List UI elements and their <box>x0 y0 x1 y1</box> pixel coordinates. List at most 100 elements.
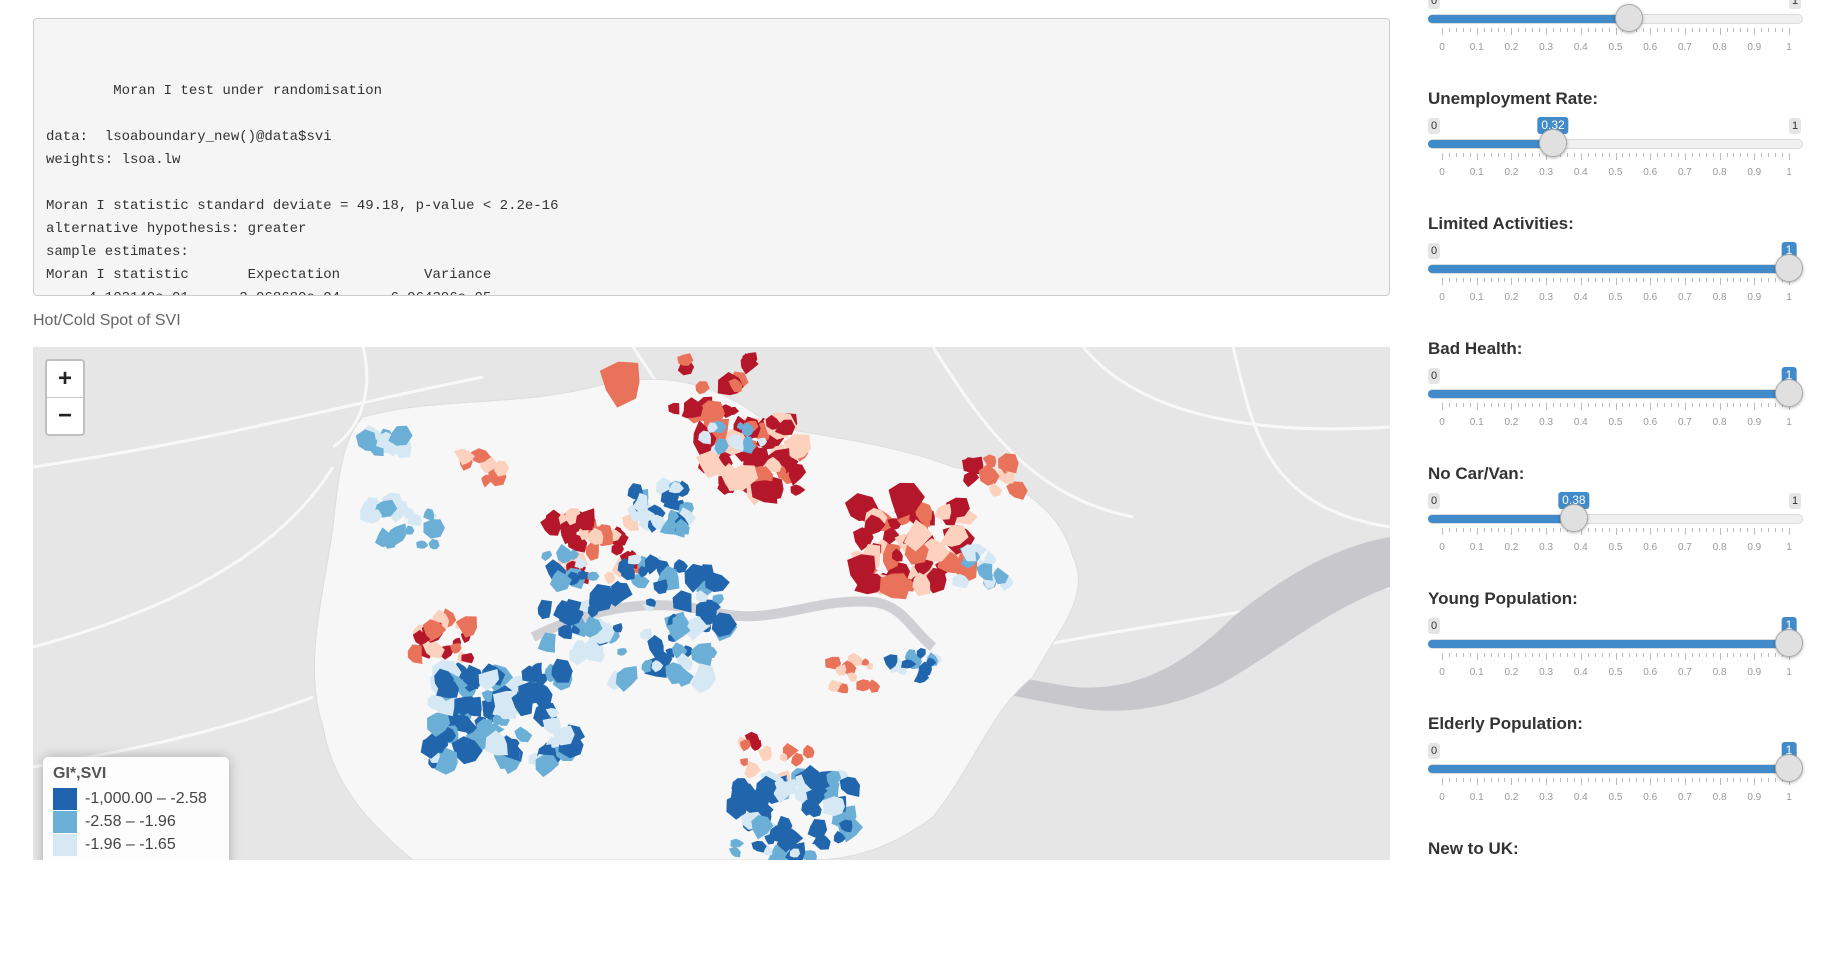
slider-fill <box>1428 515 1574 523</box>
slider-handle[interactable] <box>1775 254 1803 282</box>
tick-mark <box>1511 153 1513 160</box>
tick-mark <box>1476 28 1478 35</box>
tick-mark <box>1476 153 1478 160</box>
tick-mark <box>1442 28 1443 35</box>
tick-mark <box>1775 403 1777 407</box>
tick-mark <box>1677 653 1679 657</box>
tick-mark <box>1511 403 1513 410</box>
tick-mark <box>1629 528 1631 532</box>
tick-mark <box>1615 653 1617 660</box>
tick-mark <box>1740 28 1742 32</box>
slider-handle[interactable] <box>1559 504 1588 532</box>
tick-mark <box>1601 528 1603 532</box>
zoom-out-button[interactable]: − <box>47 398 83 434</box>
tick-mark <box>1448 403 1450 407</box>
tick-mark <box>1664 28 1666 32</box>
tick-mark <box>1448 278 1450 282</box>
slider-handle[interactable] <box>1775 379 1803 407</box>
map-canvas[interactable] <box>33 347 1390 860</box>
tick-mark <box>1712 28 1714 32</box>
tick-mark <box>1594 153 1596 157</box>
tick-mark <box>1442 403 1443 410</box>
tick-mark <box>1448 778 1450 782</box>
slider-handle[interactable] <box>1775 754 1803 782</box>
slider-ticks: 0 0.1 0.2 0.3 0.4 0.5 0.6 0.7 0.8 0.9 1 <box>1428 403 1803 428</box>
tick-mark <box>1546 28 1548 35</box>
tick-mark <box>1469 778 1471 782</box>
tick-mark <box>1747 403 1749 407</box>
tick-label: 0.7 <box>1677 417 1692 428</box>
tick-label: 0.9 <box>1747 167 1762 178</box>
tick-mark <box>1587 403 1589 407</box>
tick-mark <box>1677 28 1679 32</box>
slider-max-label: 1 <box>1789 118 1802 134</box>
tick-mark <box>1622 403 1624 407</box>
tick-mark <box>1677 153 1679 157</box>
tick-mark <box>1761 153 1763 157</box>
tick-mark <box>1594 278 1596 282</box>
tick-label: 0.8 <box>1712 417 1727 428</box>
tick-mark <box>1559 278 1561 282</box>
slider-ticks: 0 0.1 0.2 0.3 0.4 0.5 0.6 0.7 0.8 0.9 1 <box>1428 153 1803 178</box>
tick-mark <box>1782 28 1784 32</box>
slider-fill <box>1428 640 1789 648</box>
zoom-in-button[interactable]: + <box>47 361 83 398</box>
tick-mark <box>1532 403 1534 407</box>
road <box>33 466 335 649</box>
tick-mark <box>1726 528 1728 532</box>
legend-label: -1.96 – -1.65 <box>85 835 176 853</box>
tick-mark <box>1740 528 1742 532</box>
tick-mark <box>1448 153 1450 157</box>
tick-mark <box>1775 528 1777 532</box>
tick-label: 0.5 <box>1608 417 1623 428</box>
tick-mark <box>1483 778 1485 782</box>
tick-mark <box>1608 403 1610 407</box>
tick-mark <box>1559 778 1561 782</box>
tick-mark <box>1615 778 1617 785</box>
tick-mark <box>1636 153 1638 157</box>
tick-label: 0.9 <box>1747 542 1762 553</box>
tick-mark <box>1573 278 1575 282</box>
tick-mark <box>1497 653 1499 657</box>
tick-label: 0.3 <box>1539 667 1554 678</box>
tick-label: 0.8 <box>1712 167 1727 178</box>
tick-label: 0.1 <box>1469 292 1484 303</box>
hotspot-map[interactable]: + − GI*,SVI -1,000.00 – -2.58 -2.58 – -1… <box>33 347 1390 860</box>
tick-label: 1 <box>1786 292 1792 303</box>
tick-mark <box>1733 278 1735 282</box>
tick-mark <box>1754 778 1756 785</box>
tick-mark <box>1546 653 1548 660</box>
tick-mark <box>1698 278 1700 282</box>
tick-mark <box>1726 653 1728 657</box>
tick-mark <box>1553 403 1555 407</box>
tick-label: 0.4 <box>1573 167 1588 178</box>
tick-mark <box>1768 28 1770 32</box>
slider-handle[interactable] <box>1615 4 1644 32</box>
slider-label: Limited Activities: <box>1428 214 1574 233</box>
map-legend: GI*,SVI -1,000.00 – -2.58 -2.58 – -1.96 … <box>43 757 229 860</box>
tick-mark <box>1705 278 1707 282</box>
tick-mark <box>1698 653 1700 657</box>
tick-mark <box>1497 153 1499 157</box>
slider-ticks: 0 0.1 0.2 0.3 0.4 0.5 0.6 0.7 0.8 0.9 1 <box>1428 778 1803 803</box>
tick-mark <box>1775 653 1777 657</box>
slider-handle[interactable] <box>1539 129 1568 157</box>
tick-mark <box>1761 28 1763 32</box>
tick-mark <box>1677 528 1679 532</box>
tick-label: 0.5 <box>1608 42 1623 53</box>
tick-label: 0.8 <box>1712 42 1727 53</box>
tick-mark <box>1546 278 1548 285</box>
tick-mark <box>1636 403 1638 407</box>
tick-mark <box>1525 153 1527 157</box>
tick-mark <box>1684 653 1686 660</box>
tick-label: 0.6 <box>1643 542 1658 553</box>
slider-unemployment-rate: Unemployment Rate: 0 1 0.32 0 0.1 0.2 0.3 0.4 0.5… <box>1428 89 1803 213</box>
tick-label: 0.3 <box>1539 417 1554 428</box>
tick-mark <box>1789 28 1790 35</box>
tick-mark <box>1664 153 1666 157</box>
tick-mark <box>1643 28 1645 32</box>
slider-min-label: 0 <box>1428 743 1441 759</box>
tick-mark <box>1546 778 1548 785</box>
slider-handle[interactable] <box>1775 629 1803 657</box>
tick-mark <box>1518 28 1520 32</box>
